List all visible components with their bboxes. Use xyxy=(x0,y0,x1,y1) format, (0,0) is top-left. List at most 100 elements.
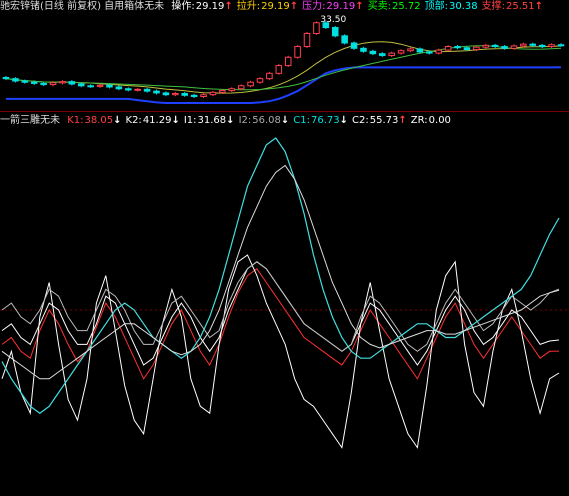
sub-indicator-label: I2: xyxy=(238,115,252,126)
candle-body xyxy=(548,44,555,48)
candle-body xyxy=(341,35,348,44)
sub-indicator-value: 0.00 xyxy=(428,115,451,126)
candle-body xyxy=(12,78,19,82)
candle-body xyxy=(134,88,141,91)
main-indicator-label: 操作: xyxy=(171,1,195,12)
oscillator-panel[interactable] xyxy=(0,128,569,496)
candle-body xyxy=(68,81,76,85)
up-arrow-icon: ↑ xyxy=(289,1,299,12)
sub-indicator-label: K1: xyxy=(67,115,84,126)
up-arrow-icon: ↑ xyxy=(355,1,364,12)
candle-body xyxy=(209,91,217,96)
candle-body xyxy=(463,47,471,51)
up-arrow-icon: ↑ xyxy=(398,115,407,126)
candle-body xyxy=(397,50,405,54)
sub-indicator-item: C1:76.73↓ xyxy=(293,115,348,126)
main-indicator-item: 买卖:25.72 xyxy=(368,1,421,12)
sub-chart-title: 一箭三雕无未 xyxy=(0,115,60,126)
main-indicator-item: 支撑:25.51↑ xyxy=(482,1,543,12)
sub-indicator-item: I1:31.68↓ xyxy=(184,115,235,126)
main-indicator-label: 买卖: xyxy=(367,1,391,12)
candle-body xyxy=(444,46,452,51)
candle-body xyxy=(360,47,367,52)
main-indicator-label: 压力: xyxy=(302,1,326,12)
candle-body xyxy=(331,27,339,37)
candle-body xyxy=(200,94,207,97)
candle-body xyxy=(153,90,160,94)
down-arrow-icon: ↓ xyxy=(171,115,180,126)
candle-body xyxy=(96,84,104,87)
candle-body xyxy=(407,48,414,52)
up-arrow-icon: ↑ xyxy=(534,1,544,12)
down-arrow-icon: ↓ xyxy=(113,115,122,126)
candle-body xyxy=(266,72,273,80)
candle-body xyxy=(59,81,66,84)
sub-indicator-item: ZR:0.00 xyxy=(411,115,451,126)
sub-indicator-values: K1:38.05↓ K2:41.29↓ I1:31.68↓ I2:56.08↓ C1:7… xyxy=(67,115,455,126)
sub-indicator-item: I2:56.08↓ xyxy=(239,115,290,126)
candle-body xyxy=(106,84,113,88)
candle-body xyxy=(557,44,565,47)
candle-body xyxy=(237,85,245,90)
candle-body xyxy=(115,86,123,90)
candle-body xyxy=(21,80,29,83)
main-indicator-item: 操作:29.19↑ xyxy=(171,1,232,12)
sub-indicator-value: 31.68 xyxy=(197,115,227,126)
main-indicator-item: 压力:29.19↑ xyxy=(302,1,363,12)
candle-body xyxy=(219,90,226,93)
sub-indicator-item: C2:55.73↑ xyxy=(352,115,407,126)
series-k2-line xyxy=(1,261,560,366)
candle-body xyxy=(143,88,151,92)
sub-indicator-label: C1: xyxy=(293,115,310,126)
candle-body xyxy=(388,52,395,56)
candle-body xyxy=(2,76,10,80)
candle-body xyxy=(284,56,292,67)
sub-indicator-label: ZR: xyxy=(410,115,428,126)
chart-window: 驰宏锌锗(日线 前复权) 自用箱体无未 操作:29.19↑ 拉升:29.19↑ 压力… xyxy=(0,0,569,496)
sub-indicator-value: 38.05 xyxy=(84,115,114,126)
sub-indicator-item: K2:41.29↓ xyxy=(126,115,180,126)
sub-indicator-value: 56.08 xyxy=(252,115,281,126)
main-chart-title: 驰宏锌锗(日线 前复权) 自用箱体无未 xyxy=(0,1,165,12)
sub-indicator-label: I1: xyxy=(183,115,197,126)
main-indicator-item: 顶部:30.38 xyxy=(425,1,478,12)
support-line xyxy=(6,66,562,104)
price-panel[interactable]: 33.50 xyxy=(0,14,569,112)
candle-body xyxy=(181,93,189,96)
candle-body xyxy=(529,43,537,46)
candle-body xyxy=(416,48,424,53)
candle-body xyxy=(350,42,358,49)
candle-body xyxy=(77,83,85,87)
sub-indicator-label: K2: xyxy=(125,115,142,126)
candle-body xyxy=(125,88,132,91)
main-indicator-value: 25.72 xyxy=(391,1,421,12)
main-indicator-label: 顶部: xyxy=(424,1,448,12)
sub-indicator-label: C2: xyxy=(352,115,369,126)
candle-body xyxy=(378,53,386,56)
panel-divider[interactable] xyxy=(0,111,569,112)
main-indicator-label: 支撑: xyxy=(481,1,505,12)
candle-body xyxy=(501,46,508,49)
series-i1-line xyxy=(1,254,560,449)
main-indicator-label: 拉升: xyxy=(236,1,261,12)
main-indicator-value: 25.51 xyxy=(505,1,535,12)
candle-body xyxy=(426,51,433,54)
series-c1-line xyxy=(1,137,560,414)
candle-body xyxy=(87,85,94,88)
candle-body xyxy=(40,82,47,86)
candle-body xyxy=(190,94,198,97)
candle-body xyxy=(313,22,320,34)
candle-body xyxy=(172,93,179,96)
series-i2-line xyxy=(1,261,560,352)
down-arrow-icon: ↓ xyxy=(280,115,290,126)
candle-body xyxy=(247,81,254,87)
candle-body xyxy=(435,49,442,54)
main-indicator-value: 30.38 xyxy=(448,1,478,12)
sub-indicator-value: 76.73 xyxy=(311,115,340,126)
peak-price-label: 33.50 xyxy=(320,15,346,25)
main-indicator-value: 29.19 xyxy=(326,1,356,12)
candle-body xyxy=(275,65,283,74)
candle-body xyxy=(454,46,461,49)
candle-body xyxy=(303,32,311,48)
up-arrow-icon: ↑ xyxy=(224,1,233,12)
